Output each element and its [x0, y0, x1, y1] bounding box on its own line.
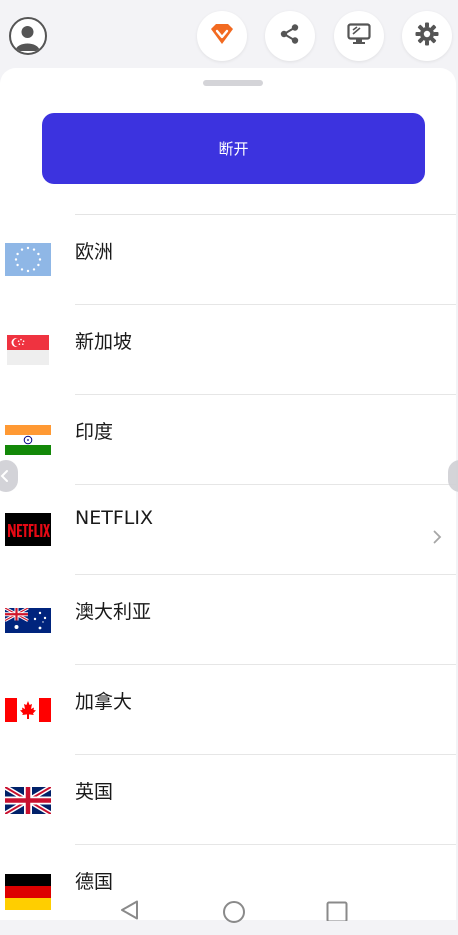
- india-flag-icon: [5, 425, 51, 458]
- diamond-v-icon: [209, 23, 235, 49]
- settings-button[interactable]: [402, 11, 452, 61]
- user-avatar-icon[interactable]: [9, 17, 47, 55]
- sheet-grabber[interactable]: [203, 80, 263, 86]
- recents-square-icon[interactable]: [326, 901, 348, 925]
- vip-badge-button[interactable]: [197, 11, 247, 61]
- chevron-right-icon: [433, 529, 442, 548]
- region-row-australia[interactable]: 澳大利亚: [0, 575, 456, 665]
- back-triangle-icon[interactable]: [119, 900, 141, 924]
- region-row-india[interactable]: 印度: [0, 395, 456, 485]
- region-row-uk[interactable]: 英国: [0, 755, 456, 845]
- left-float-handle[interactable]: [0, 460, 18, 492]
- monitor-icon: [347, 23, 371, 49]
- region-label: NETFLIX: [75, 507, 153, 529]
- netflix-logo-icon: [5, 513, 51, 546]
- region-row-singapore[interactable]: 新加坡: [0, 305, 456, 395]
- region-label: 新加坡: [75, 331, 133, 353]
- top-bar: [0, 0, 458, 70]
- screen-button[interactable]: [334, 11, 384, 61]
- eu-flag-icon: [5, 243, 51, 276]
- home-circle-icon[interactable]: [222, 900, 246, 928]
- region-label: 德国: [75, 871, 114, 893]
- disconnect-button[interactable]: 断开: [42, 113, 425, 184]
- right-float-handle[interactable]: [448, 460, 458, 492]
- region-row-netflix[interactable]: NETFLIX: [0, 485, 456, 575]
- region-label: 欧洲: [75, 241, 114, 263]
- uk-flag-icon: [5, 787, 51, 820]
- system-nav-bar: [0, 896, 458, 923]
- canada-flag-icon: [5, 698, 51, 731]
- region-label: 澳大利亚: [75, 601, 152, 623]
- region-sheet: 断开 欧洲 新加坡 印度 NETFLIX 澳大利亚 加拿大 英国 德国: [0, 68, 456, 920]
- region-label: 加拿大: [75, 691, 133, 713]
- singapore-flag-icon: [7, 335, 49, 365]
- region-row-canada[interactable]: 加拿大: [0, 665, 456, 755]
- share-button[interactable]: [265, 11, 315, 61]
- region-label: 印度: [75, 421, 114, 443]
- gear-icon: [415, 22, 439, 50]
- share-icon: [279, 23, 301, 49]
- australia-flag-icon: [5, 608, 51, 641]
- region-row-europe[interactable]: 欧洲: [0, 215, 456, 305]
- chevron-left-icon: [0, 470, 8, 482]
- region-label: 英国: [75, 781, 114, 803]
